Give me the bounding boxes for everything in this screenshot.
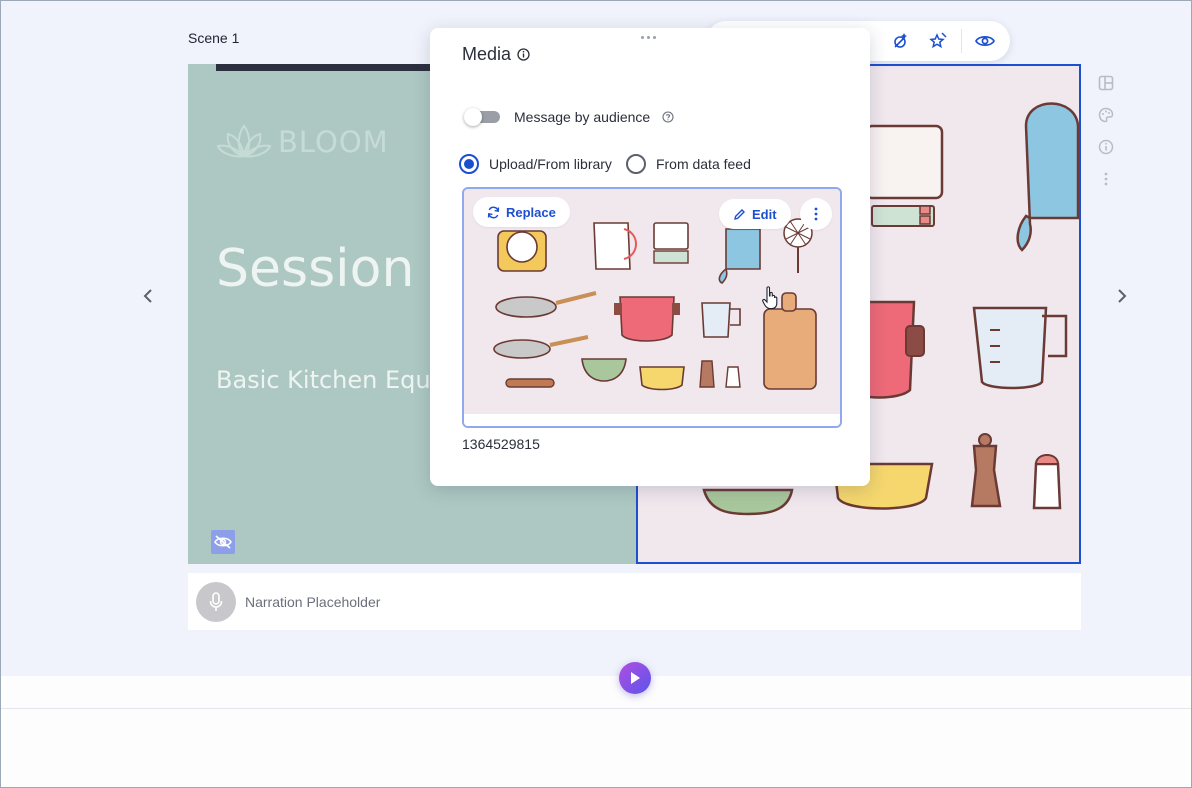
pencil-icon	[734, 208, 745, 220]
media-preview[interactable]: Replace Edit	[462, 187, 842, 428]
timeline-divider	[1, 708, 1191, 709]
media-source-group: Upload/From library From data feed	[459, 154, 765, 174]
help-icon[interactable]	[662, 111, 674, 123]
source-data-feed-option[interactable]: From data feed	[625, 154, 751, 174]
message-by-audience-label: Message by audience	[514, 109, 651, 125]
timeline-area	[1, 676, 1191, 787]
media-panel: Media Message by audience Upload/From li…	[430, 28, 870, 486]
scene-label: Scene 1	[188, 30, 240, 46]
narration-bar[interactable]: Narration Placeholder	[188, 573, 1081, 630]
info-icon	[1098, 139, 1114, 155]
palette-icon	[1098, 107, 1114, 123]
message-by-audience-toggle[interactable]	[464, 108, 502, 126]
preview-footer-strip	[464, 414, 840, 426]
media-panel-header: Media	[462, 44, 530, 65]
chevron-right-icon	[1118, 289, 1127, 303]
media-more-button[interactable]	[800, 198, 832, 230]
source-upload-label: Upload/From library	[489, 156, 612, 172]
brand-name: BLOOM	[278, 125, 389, 159]
edit-label: Edit	[752, 206, 777, 222]
replace-label: Replace	[506, 204, 556, 220]
palette-button[interactable]	[1097, 104, 1115, 126]
brand-logo: BLOOM	[216, 124, 389, 160]
slide-subtitle[interactable]: Basic Kitchen Equip	[216, 366, 453, 394]
previous-scene-button[interactable]	[138, 284, 158, 308]
message-by-audience-row: Message by audience	[464, 108, 674, 126]
source-data-feed-label: From data feed	[655, 156, 751, 172]
layout-grid-icon	[1098, 75, 1114, 91]
magic-icon	[929, 32, 947, 49]
record-narration-button[interactable]	[196, 581, 236, 622]
chevron-left-icon	[143, 289, 152, 303]
next-scene-button[interactable]	[1112, 284, 1132, 308]
play-button[interactable]	[619, 662, 651, 694]
drag-handle[interactable]	[641, 36, 656, 39]
replace-button[interactable]: Replace	[473, 197, 570, 227]
lotus-icon	[216, 124, 272, 158]
microphone-icon	[209, 591, 223, 611]
more-options-button[interactable]	[1097, 168, 1115, 190]
media-asset-id: 1364529815	[462, 436, 540, 452]
eye-off-icon	[214, 535, 232, 549]
edit-button[interactable]: Edit	[719, 199, 791, 229]
info-button[interactable]	[1097, 136, 1115, 158]
hand-cursor-icon	[762, 286, 778, 315]
side-toolbar	[1094, 66, 1118, 190]
more-vertical-icon	[1104, 172, 1108, 186]
preview-button[interactable]	[970, 26, 1000, 56]
animation-button[interactable]	[885, 26, 915, 56]
info-icon[interactable]	[517, 48, 530, 61]
source-data-feed-radio[interactable]	[625, 154, 646, 174]
magic-button[interactable]	[923, 26, 953, 56]
source-upload-option[interactable]: Upload/From library	[459, 154, 612, 174]
play-icon	[631, 672, 640, 684]
layout-grid-button[interactable]	[1097, 72, 1115, 94]
hidden-toggle-button[interactable]	[211, 530, 235, 554]
wand-icon	[894, 33, 907, 48]
refresh-icon	[487, 206, 500, 218]
source-upload-radio[interactable]	[459, 154, 479, 174]
media-panel-title: Media	[462, 44, 512, 64]
eye-icon	[975, 36, 995, 46]
narration-placeholder[interactable]: Narration Placeholder	[245, 594, 380, 610]
more-vertical-icon	[814, 207, 818, 221]
toolbar-divider	[961, 29, 962, 53]
